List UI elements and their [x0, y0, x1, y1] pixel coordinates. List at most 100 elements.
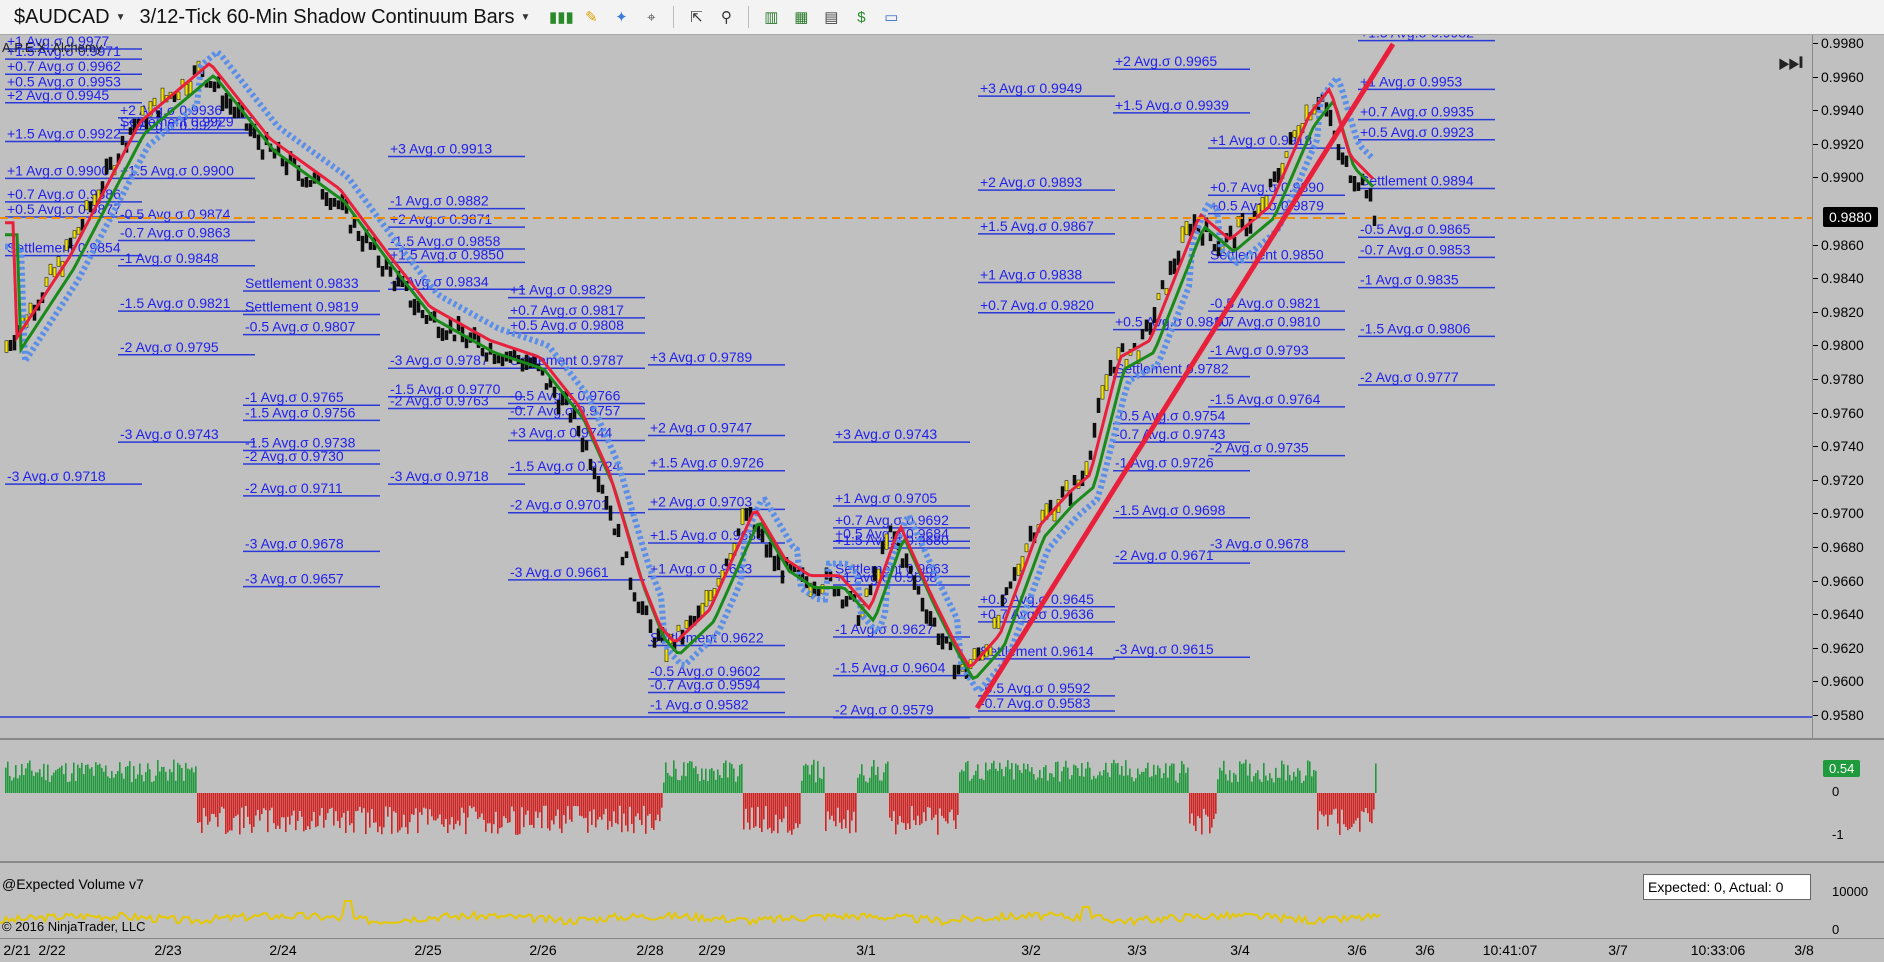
- oscillator-bar: [725, 760, 727, 793]
- price-bar: [780, 570, 785, 584]
- oscillator-bar: [691, 761, 693, 793]
- strategies-icon[interactable]: ▦: [788, 4, 814, 30]
- instrument-selector[interactable]: $AUDCAD ▼: [8, 2, 131, 32]
- zoom-icon[interactable]: ⇱: [683, 4, 709, 30]
- oscillator-bar: [1129, 768, 1131, 793]
- currency-icon[interactable]: $: [848, 4, 874, 30]
- oscillator-bar: [157, 760, 159, 793]
- price-bar: [1352, 176, 1357, 192]
- oscillator-bar: [311, 793, 313, 822]
- oscillator-bar: [1237, 781, 1239, 793]
- skip-forward-icon[interactable]: ⏭: [1778, 46, 1803, 79]
- oscillator-bar: [459, 793, 461, 826]
- price-tick-label: 0.9820: [1813, 303, 1864, 320]
- sigma-level-label: +1.5 Avg.σ 0.9900: [120, 162, 234, 178]
- sigma-level-label: +1.5 Avg.σ 0.9726: [650, 455, 764, 471]
- oscillator-bar: [621, 793, 623, 833]
- oscillator-bar: [271, 793, 273, 808]
- oscillator-bar: [683, 762, 685, 793]
- price-bar: [244, 123, 249, 131]
- pencil-draw-icon[interactable]: ✎: [578, 4, 604, 30]
- oscillator-bar: [267, 793, 269, 833]
- properties-icon[interactable]: ⚲: [713, 4, 739, 30]
- oscillator-bar: [231, 793, 233, 831]
- trend-line[interactable]: [974, 42, 1396, 710]
- expected-volume-line: [0, 900, 1381, 927]
- oscillator-bar: [61, 765, 63, 793]
- price-bar: [576, 425, 581, 437]
- price-bar: [324, 192, 329, 207]
- time-tick-label: 2/24: [269, 942, 297, 958]
- oscillator-bar: [79, 767, 81, 793]
- oscillator-bar: [1059, 781, 1061, 793]
- price-bar: [636, 601, 641, 614]
- oscillator-bar: [803, 765, 805, 793]
- oscillator-bar: [791, 793, 793, 835]
- price-tick-label: 0.9720: [1813, 471, 1864, 488]
- sigma-level-label: +2 Avg.σ 0.9747: [650, 419, 752, 435]
- oscillator-bar: [1123, 775, 1125, 793]
- price-axis[interactable]: 0.9980 0.9960 0.9940 0.9920 0.9900 0.9860 0.98…: [1812, 35, 1884, 738]
- oscillator-bar: [27, 763, 29, 793]
- oscillator-bar: [119, 762, 121, 793]
- oscillator-bar: [895, 793, 897, 835]
- oscillator-bar: [1189, 793, 1191, 824]
- price-bar: [648, 619, 653, 633]
- expected-volume-panel[interactable]: [0, 863, 1812, 938]
- price-bar: [916, 586, 921, 595]
- price-bar: [128, 127, 133, 135]
- price-bar: [1368, 188, 1373, 202]
- oscillator-bar: [1073, 764, 1075, 793]
- oscillator-bar: [1163, 773, 1165, 793]
- bar-style-icon[interactable]: ▮▮▮: [548, 4, 574, 30]
- oscillator-bar: [261, 793, 263, 815]
- oscillator-panel[interactable]: [0, 740, 1812, 861]
- oscillator-bar: [653, 793, 655, 830]
- oscillator-bar: [703, 779, 705, 793]
- oscillator-bar: [833, 793, 835, 822]
- price-bar: [624, 551, 629, 559]
- data-box-icon[interactable]: ▭: [878, 4, 904, 30]
- crosshair-icon[interactable]: ⌖: [638, 4, 664, 30]
- sigma-level-label: -0.7 Avg.σ 0.9583: [980, 695, 1091, 711]
- period-selector[interactable]: 3/12-Tick 60-Min Shadow Continuum Bars ▼: [131, 2, 538, 32]
- oscillator-bar: [1143, 771, 1145, 793]
- sigma-level-label: -3 Avg.σ 0.9718: [390, 468, 489, 484]
- oscillator-bar: [469, 793, 471, 806]
- indicators-icon[interactable]: ▥: [758, 4, 784, 30]
- oscillator-bar: [545, 793, 547, 806]
- price-chart[interactable]: +1.5 Avg.σ 0.9971+1 Avg.σ 0.9977+0.7 Avg…: [0, 35, 1812, 738]
- oscillator-bar: [1047, 780, 1049, 793]
- sigma-level-label: +2 Avg.σ 0.9945: [7, 87, 109, 103]
- oscillator-bar: [245, 793, 247, 806]
- price-bar: [724, 558, 729, 567]
- chart-trader-icon[interactable]: ▤: [818, 4, 844, 30]
- oscillator-bar: [115, 774, 117, 793]
- oscillator-bar: [23, 774, 25, 793]
- oscillator-bar: [1031, 767, 1033, 793]
- price-bar: [496, 355, 501, 364]
- oscillator-bar: [731, 764, 733, 793]
- oscillator-bar: [205, 793, 207, 817]
- oscillator-bar: [225, 793, 227, 835]
- oscillator-bar: [335, 793, 337, 812]
- price-bar: [1092, 422, 1097, 438]
- oscillator-bar: [503, 793, 505, 817]
- sigma-level-label: -3 Avg.σ 0.9661: [510, 564, 609, 580]
- oscillator-bar: [19, 775, 21, 793]
- oscillator-bar: [699, 781, 701, 793]
- oscillator-bar: [1033, 774, 1035, 793]
- oscillator-bar: [631, 793, 633, 824]
- oscillator-bar: [595, 793, 597, 828]
- oscillator-bar: [95, 762, 97, 793]
- time-axis[interactable]: 2/21 2/22 2/23 2/24 2/25 2/26 2/28 2/29 3/1 3/2 3/…: [0, 938, 1884, 962]
- oscillator-bar: [447, 793, 449, 834]
- pointer-icon[interactable]: ✦: [608, 4, 634, 30]
- oscillator-bar: [177, 762, 179, 793]
- sigma-level-label: -1 Avg.σ 0.9848: [120, 250, 219, 266]
- price-bar: [1000, 594, 1005, 607]
- time-tick-label: 2/29: [698, 942, 726, 958]
- price-bar: [592, 467, 597, 480]
- oscillator-bar: [645, 793, 647, 834]
- price-tick-label: 0.9700: [1813, 505, 1864, 522]
